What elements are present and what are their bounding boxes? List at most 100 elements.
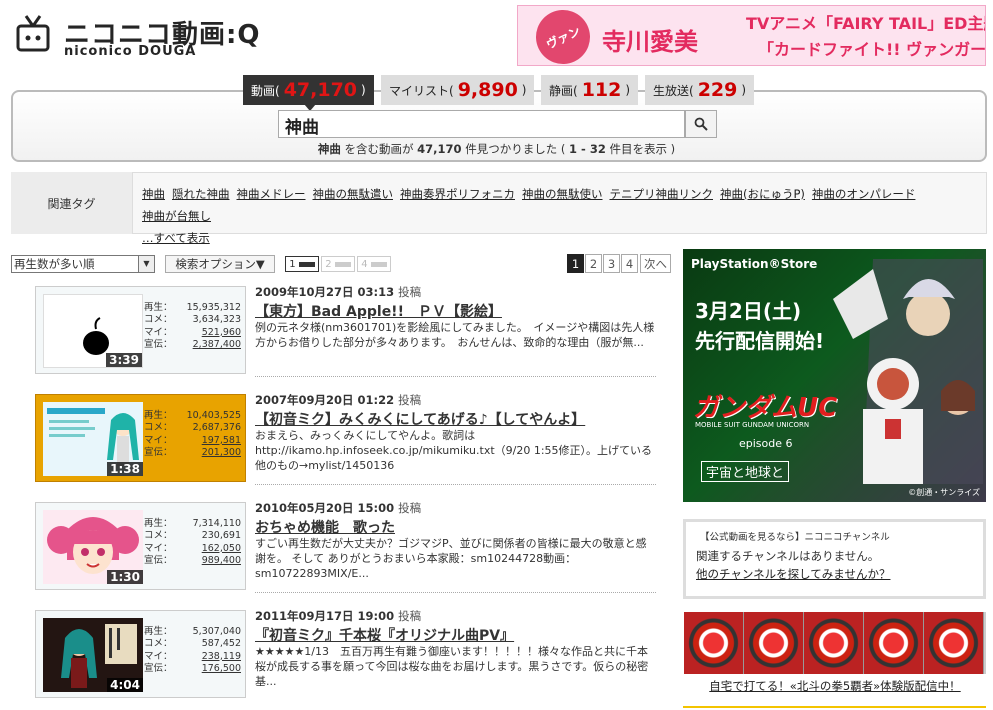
mylist-count[interactable]: 238,119: [202, 651, 241, 663]
video-title-link[interactable]: 【初音ミク】みくみくにしてあげる♪【してやんよ】: [255, 409, 585, 429]
gundam-uc-logo: ガンダムUC: [693, 393, 838, 423]
ad-count[interactable]: 2,387,400: [193, 339, 241, 351]
pachinko-ad-banner[interactable]: [684, 612, 986, 674]
result-text: 件目を表示 ): [609, 142, 676, 156]
mylist-count[interactable]: 162,050: [202, 543, 241, 555]
sort-value: 再生数が多い順: [14, 257, 95, 271]
related-tag[interactable]: 神曲のオンパレード: [812, 187, 916, 201]
tab-mylist[interactable]: マイリスト(9,890): [381, 75, 535, 105]
play-count: 7,314,110: [192, 518, 241, 529]
video-title-link[interactable]: 【東方】Bad Apple!! ＰＶ【影絵】: [255, 301, 502, 321]
sidebar-ad-gundam[interactable]: PlayStation®Store 3月2日(土) 先行配信開始! ガンダムUC…: [683, 249, 986, 502]
tab-count: 112: [581, 79, 622, 101]
mylist-count[interactable]: 521,960: [202, 327, 241, 339]
comment-count: 230,691: [201, 530, 241, 542]
next-page-button[interactable]: 次へ: [640, 254, 671, 273]
tab-close: ): [521, 83, 527, 97]
related-tag[interactable]: 神曲(おにゅうP): [720, 187, 805, 201]
posted-label: 投稿: [398, 609, 422, 623]
result-range: 1 - 32: [569, 142, 606, 156]
search-icon: [694, 117, 708, 131]
video-thumbnail-card[interactable]: 1:38 再生： 10,403,525 コメ： 2,687,376 マイ： 197,5…: [35, 394, 246, 482]
pachinko-ad-link[interactable]: 自宅で打てる！«北斗の拳5覇者»体験版配信中！: [684, 678, 986, 694]
stat-label: コメ：: [144, 314, 173, 326]
video-thumbnail[interactable]: 1:30: [43, 510, 143, 584]
video-description: おまえら、みっくみくにしてやんよ。歌詞は http://ikamo.hp.inf…: [255, 429, 653, 472]
page-4[interactable]: 4: [621, 254, 638, 273]
tab-label: 生放送(: [653, 83, 694, 98]
related-tags-list: 神曲 隠れた神曲 神曲メドレー 神曲の無駄遣い 神曲奏界ポリフォニカ 神曲の無駄使い テニプ…: [142, 183, 982, 249]
related-tag[interactable]: テニプリ神曲リンク: [610, 187, 714, 201]
search-button[interactable]: [685, 110, 717, 138]
channel-empty-text: 関連するチャンネルはありません。: [696, 549, 880, 563]
video-thumbnail-card[interactable]: 1:30 再生： 7,314,110 コメ： 230,691 マイ： 162,050 …: [35, 502, 246, 590]
play-count: 5,307,040: [192, 626, 241, 637]
niconico-logo[interactable]: ニコニコ動画:Q niconico DOUGA: [12, 10, 260, 62]
video-thumbnail[interactable]: 3:39: [43, 294, 143, 368]
tab-close: ): [361, 83, 366, 97]
tab-close: ): [625, 83, 631, 97]
tab-close: ): [741, 83, 747, 97]
header-ad-banner[interactable]: ヴァン 寺川愛美 TVアニメ「FAIRY TAIL」ED主題歌 「カードファイト…: [517, 5, 986, 66]
playstation-store-label: PlayStation®Store: [691, 257, 818, 271]
tab-videos[interactable]: 動画(47,170): [243, 75, 374, 105]
video-item: 1:30 再生： 7,314,110 コメ： 230,691 マイ： 162,050 …: [35, 500, 663, 598]
ad-count[interactable]: 201,300: [202, 447, 241, 459]
video-title-link[interactable]: 『初音ミク』千本桜『オリジナル曲PV』: [255, 625, 514, 645]
gundam-characters-artwork: [833, 259, 983, 484]
related-tag[interactable]: 神曲が台無し: [142, 209, 211, 223]
play-count: 10,403,525: [186, 410, 241, 421]
video-thumbnail[interactable]: 1:38: [43, 402, 143, 476]
related-tag[interactable]: 神曲奏界ポリフォニカ: [400, 187, 515, 201]
search-result-summary: 神曲 を含む動画が 47,170 件見つかりました ( 1 - 32 件目を表示…: [0, 141, 993, 157]
page-2[interactable]: 2: [585, 254, 602, 273]
video-duration: 1:30: [107, 570, 143, 584]
tab-live[interactable]: 生放送(229): [645, 75, 755, 105]
related-tag[interactable]: 隠れた神曲: [172, 187, 230, 201]
related-tag[interactable]: 神曲メドレー: [237, 187, 306, 201]
divider: [255, 376, 656, 377]
gundam-uc-sublogo: MOBILE SUIT GUNDAM UNICORN: [695, 421, 810, 429]
view-2col-button[interactable]: 2: [321, 256, 355, 272]
video-thumbnail-card[interactable]: 3:39 再生： 15,935,312 コメ： 3,634,323 マイ： 521,9…: [35, 286, 246, 374]
ad-count[interactable]: 989,400: [202, 555, 241, 567]
divider: [255, 592, 656, 593]
mylist-count[interactable]: 197,581: [202, 435, 241, 447]
show-all-tags-link[interactable]: …すべて表示: [142, 231, 210, 245]
video-thumbnail[interactable]: 4:04: [43, 618, 143, 692]
related-tags-label: 関連タグ: [11, 172, 133, 234]
view-label: 1: [289, 258, 296, 270]
date-text: 2009年10月27日 03:13: [255, 285, 395, 299]
related-tag[interactable]: 神曲の無駄遣い: [313, 187, 394, 201]
related-tag[interactable]: 神曲の無駄使い: [522, 187, 603, 201]
posted-label: 投稿: [398, 285, 422, 299]
video-thumbnail-card[interactable]: 4:04 再生： 5,307,040 コメ： 587,452 マイ： 238,119 …: [35, 610, 246, 698]
find-channels-link[interactable]: 他のチャンネルを探してみませんか？: [696, 566, 890, 582]
stat-label: 再生：: [144, 518, 173, 529]
ad-count[interactable]: 176,500: [202, 663, 241, 675]
video-duration: 3:39: [106, 353, 142, 367]
search-input[interactable]: 神曲: [278, 110, 685, 138]
sort-select[interactable]: 再生数が多い順 ▼: [11, 255, 155, 273]
list-icon: [370, 261, 387, 267]
page-1[interactable]: 1: [567, 254, 584, 273]
banner-line2: 「カードファイト!! ヴァンガード」スイコ役: [758, 40, 986, 59]
video-title-link[interactable]: おちゃめ機能 歌った: [255, 517, 395, 537]
video-post-date: 2010年05月20日 15:00 投稿: [255, 500, 421, 516]
video-post-date: 2007年09月20日 01:22 投稿: [255, 392, 421, 408]
page-3[interactable]: 3: [603, 254, 620, 273]
stat-label: 再生：: [144, 626, 173, 637]
search-options-button[interactable]: 検索オプション▼: [165, 255, 275, 273]
video-description: 例の元ネタ様(nm3601701)を影絵風にしてみました。 イメージや構図は先人…: [255, 321, 655, 349]
video-item: 1:38 再生： 10,403,525 コメ： 2,687,376 マイ： 197,5…: [35, 392, 663, 490]
pachinko-reel-image: [744, 612, 804, 674]
video-item: 3:39 再生： 15,935,312 コメ： 3,634,323 マイ： 521,9…: [35, 285, 663, 382]
divider: [255, 484, 656, 485]
view-1col-button[interactable]: 1: [285, 256, 319, 272]
tab-seiga[interactable]: 静画(112): [541, 75, 639, 105]
video-stats: 再生： 10,403,525 コメ： 2,687,376 マイ： 197,581 宣伝…: [144, 410, 241, 459]
related-tag[interactable]: 神曲: [142, 187, 165, 201]
video-item: 4:04 再生： 5,307,040 コメ： 587,452 マイ： 238,119 …: [35, 609, 663, 706]
view-4col-button[interactable]: 4: [357, 256, 391, 272]
stat-label: コメ：: [144, 422, 173, 434]
